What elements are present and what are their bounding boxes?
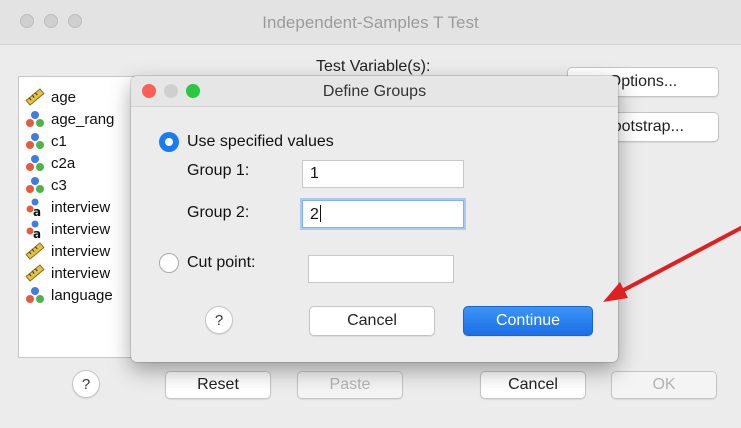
annotation-arrow-icon [603, 226, 741, 302]
